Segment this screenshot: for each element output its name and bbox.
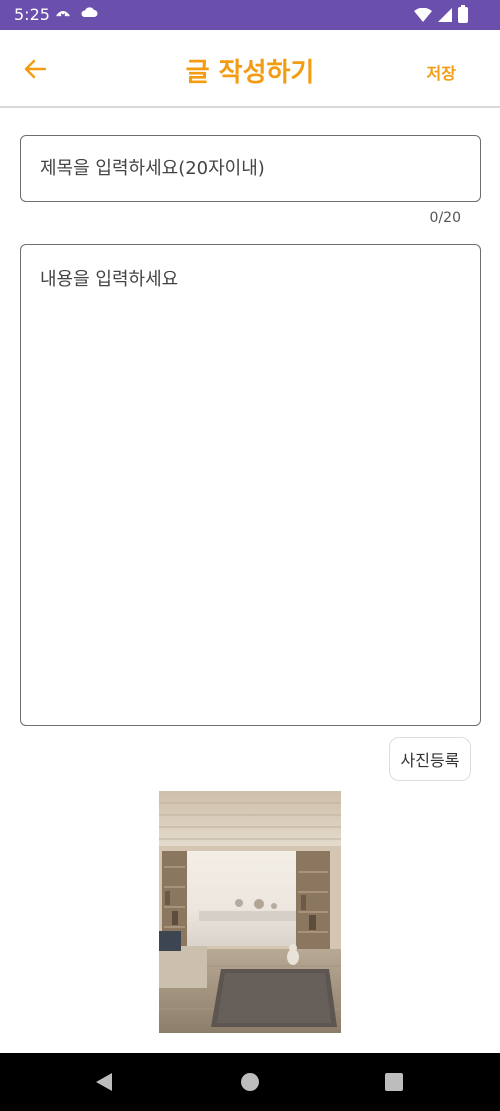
save-button[interactable]: 저장	[427, 60, 456, 84]
status-system-icons	[414, 5, 468, 23]
page-title: 글 작성하기	[185, 58, 315, 88]
app-bar: 글 작성하기 저장	[0, 30, 500, 108]
system-nav-bar	[0, 1053, 500, 1111]
wifi-icon	[414, 8, 432, 22]
nav-home-icon[interactable]	[241, 1073, 259, 1091]
attached-photo	[159, 791, 341, 1033]
title-input[interactable]	[20, 135, 481, 202]
nav-back-icon[interactable]	[95, 1072, 113, 1092]
battery-icon	[458, 5, 468, 23]
signal-icon	[438, 8, 452, 22]
add-photo-button[interactable]: 사진등록	[389, 737, 471, 781]
status-notification-icons	[56, 6, 98, 18]
title-char-counter: 0/20	[429, 210, 461, 226]
cloud-icon	[81, 7, 98, 17]
nav-recent-icon[interactable]	[385, 1073, 403, 1091]
status-time: 5:25	[14, 5, 50, 24]
dots-icon	[56, 11, 70, 17]
status-bar: 5:25	[0, 0, 500, 30]
content-input[interactable]	[20, 244, 481, 726]
